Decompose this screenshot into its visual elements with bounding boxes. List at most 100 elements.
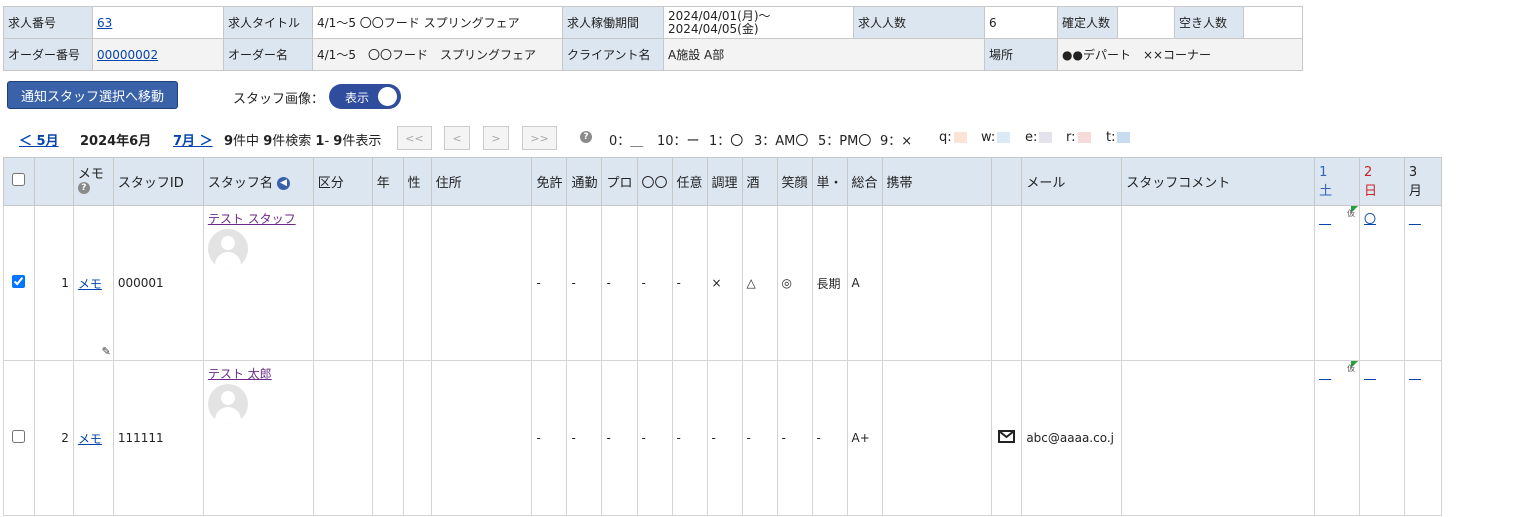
memo-help-icon[interactable]: ? [77, 182, 90, 194]
day-cell-2: 〇 [1358, 205, 1405, 361]
first-page-button[interactable]: << [397, 126, 432, 150]
row-checkbox[interactable] [12, 430, 26, 443]
cooking-cell: × [706, 205, 743, 361]
smile-cell: ◎ [776, 205, 813, 361]
order-number-link[interactable]: 00000002 [97, 48, 158, 62]
single-header[interactable]: 単・ [811, 157, 848, 206]
table-row: 2 メモ 111111 テスト 太郎 - - - - - - - - - A+ [3, 360, 1442, 516]
order-number-label: オーダー番号 [3, 38, 93, 71]
address-header[interactable]: 住所 [430, 157, 533, 206]
legend-help-icon[interactable]: ? [580, 129, 592, 144]
job-period-start: 2024/04/01(月)～ [668, 8, 771, 23]
staff-image-toggle[interactable]: 表示 [329, 84, 401, 109]
smile-header[interactable]: 笑顔 [776, 157, 813, 206]
row-number: 1 [33, 205, 74, 361]
day-status-link[interactable]: ＿ [1319, 367, 1331, 381]
category-header[interactable]: 区分 [312, 157, 373, 206]
staff-image-toggle-label: 表示 [345, 91, 370, 105]
staff-id-header[interactable]: スタッフID [112, 157, 204, 206]
license-cell: - [531, 205, 568, 361]
staff-comment-header[interactable]: スタッフコメント [1121, 157, 1316, 206]
row-checkbox[interactable] [12, 275, 26, 288]
day-status-link[interactable]: ＿ [1319, 212, 1331, 226]
age-header[interactable]: 年 [371, 157, 404, 206]
job-period-label: 求人稼働期間 [562, 6, 664, 39]
envelope-icon[interactable] [998, 430, 1016, 443]
sex-header[interactable]: 性 [402, 157, 432, 206]
vacant-count-label: 空き人数 [1174, 6, 1244, 39]
oo-header[interactable]: 〇〇 [636, 157, 673, 206]
mobile-header[interactable]: 携帯 [881, 157, 993, 206]
tentative-mark: 仮 [1347, 209, 1356, 218]
job-info-table: 求人番号 63 求人タイトル 4/1～5 〇〇フード スプリングフェア 求人稼働… [3, 6, 1303, 71]
legend-item: 1：〇 [709, 134, 744, 149]
prev-page-button[interactable]: < [444, 126, 470, 150]
memo-link[interactable]: メモ [78, 277, 102, 291]
prev-month-link[interactable]: ＜ 5月 [19, 130, 59, 149]
legend-swatch-r: r: [1066, 130, 1091, 145]
move-to-notify-staff-button[interactable]: 通知スタッフ選択へ移動 [7, 81, 178, 109]
job-period-end: 2024/04/05(金) [668, 21, 759, 36]
alcohol-cell: △ [741, 205, 778, 361]
staff-table: メモ ? スタッフID スタッフ名 ◀ 区分 年 性 住所 免許 通勤 プロ 〇… [3, 157, 1442, 516]
license-header[interactable]: 免許 [531, 157, 568, 206]
row-number-header [33, 157, 74, 206]
day-status-link[interactable]: ＿ [1409, 367, 1421, 381]
day-cell-3: ＿ [1403, 205, 1442, 361]
staff-id: 111111 [112, 360, 204, 516]
sex-cell [402, 360, 432, 516]
legend-item: 3：AM〇 [754, 134, 809, 149]
sort-arrow-icon[interactable]: ◀ [276, 177, 290, 190]
staff-grid: メモ ? スタッフID スタッフ名 ◀ 区分 年 性 住所 免許 通勤 プロ 〇… [3, 157, 1442, 517]
next-month-link[interactable]: 7月 ＞ [173, 130, 213, 149]
last-page-button[interactable]: >> [522, 126, 557, 150]
table-row: 1 メモ ✎ 000001 テスト スタッフ - - - - - × △ ◎ 長期… [3, 205, 1442, 361]
confirmed-count-label: 確定人数 [1057, 6, 1118, 39]
age-cell [371, 205, 404, 361]
swatch-box [1117, 132, 1131, 143]
mail-icon-header [991, 157, 1023, 206]
staff-name-header[interactable]: スタッフ名 ◀ [202, 157, 314, 206]
select-all-checkbox[interactable] [12, 173, 26, 186]
oo-cell: - [636, 360, 673, 516]
confirmed-count [1117, 6, 1175, 39]
day-header-1: 1土 [1314, 157, 1360, 206]
staff-image-label: スタッフ画像： [233, 92, 325, 107]
job-count: 6 [984, 6, 1058, 39]
commute-cell: - [566, 205, 603, 361]
mail-cell [1021, 205, 1123, 361]
legend-item: 0：＿ [609, 134, 644, 149]
job-number-link[interactable]: 63 [97, 16, 112, 30]
single-cell: 長期 [811, 205, 848, 361]
next-page-button[interactable]: > [483, 126, 509, 150]
license-cell: - [531, 360, 568, 516]
mail-header[interactable]: メール [1021, 157, 1123, 206]
sex-cell [402, 205, 432, 361]
day-status-link[interactable]: ＿ [1364, 367, 1376, 381]
memo-link[interactable]: メモ [78, 432, 102, 446]
alcohol-cell: - [741, 360, 778, 516]
staff-name-link[interactable]: テスト スタッフ [208, 212, 296, 226]
cooking-header[interactable]: 調理 [706, 157, 743, 206]
commute-cell: - [566, 360, 603, 516]
alcohol-header[interactable]: 酒 [741, 157, 778, 206]
overall-cell: A [846, 205, 883, 361]
legend-swatch-q: q: [939, 130, 967, 145]
pro-header[interactable]: プロ [601, 157, 638, 206]
legend-item: 10：ー [657, 134, 700, 149]
optional-header[interactable]: 任意 [671, 157, 708, 206]
toggle-knob [378, 87, 397, 106]
tentative-mark: 仮 [1347, 364, 1356, 373]
day-status-link[interactable]: ＿ [1409, 212, 1421, 226]
day-status-link[interactable]: 〇 [1364, 212, 1376, 226]
comment-cell [1121, 205, 1316, 361]
commute-header[interactable]: 通勤 [566, 157, 603, 206]
pro-cell: - [601, 205, 638, 361]
staff-name-link[interactable]: テスト 太郎 [208, 367, 272, 381]
pencil-icon[interactable]: ✎ [102, 345, 111, 358]
avatar [207, 229, 248, 269]
overall-header[interactable]: 総合 [846, 157, 883, 206]
day-cell-2: ＿ [1358, 360, 1405, 516]
client-name: A施設 A部 [663, 38, 985, 71]
legend-swatch-w: w: [981, 130, 1011, 145]
